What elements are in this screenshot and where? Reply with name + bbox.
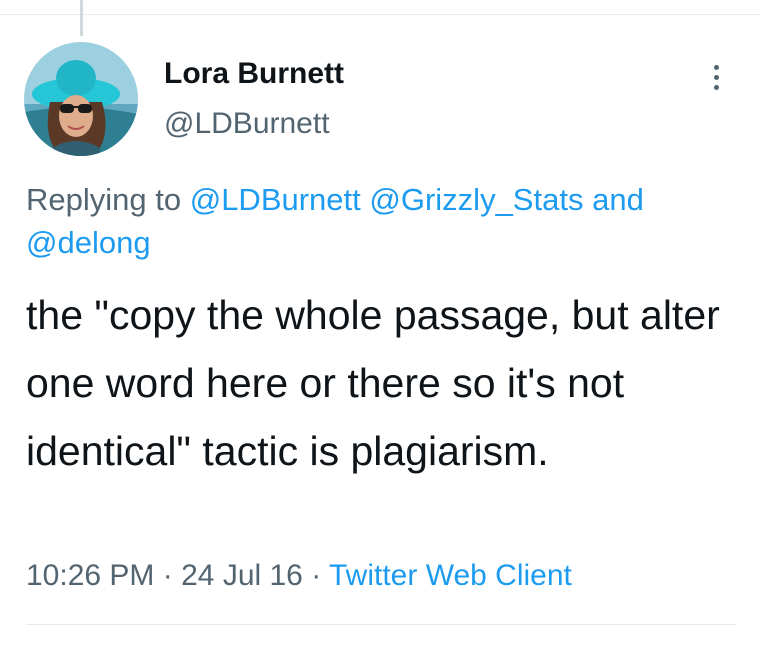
thread-connector-line [80, 0, 83, 36]
avatar-image [24, 42, 138, 156]
replying-to: Replying to @LDBurnett @Grizzly_Stats an… [26, 178, 746, 264]
meta-separator: · [162, 559, 173, 592]
avatar[interactable] [24, 42, 138, 156]
bottom-divider [26, 624, 736, 625]
more-dot [713, 74, 719, 80]
tweet-source[interactable]: Twitter Web Client [329, 559, 572, 592]
top-divider [0, 14, 760, 15]
meta-separator: · [311, 559, 322, 592]
mention-link[interactable]: @Grizzly_Stats [369, 182, 583, 217]
mention-conjunction[interactable]: and [592, 182, 644, 217]
author-handle[interactable]: @LDBurnett [164, 106, 330, 142]
tweet-meta: 10:26 PM · 24 Jul 16 · Twitter Web Clien… [26, 556, 572, 596]
replying-to-label: Replying to [26, 182, 182, 217]
mention-link[interactable]: @delong [26, 225, 151, 260]
more-vertical-icon[interactable] [702, 60, 730, 94]
mention-link[interactable]: @LDBurnett [190, 182, 361, 217]
tweet-date[interactable]: 24 Jul 16 [181, 559, 303, 592]
more-dot [713, 84, 719, 90]
author-display-name[interactable]: Lora Burnett [164, 56, 344, 92]
tweet-text: the "copy the whole passage, but alter o… [26, 292, 720, 474]
more-dot [713, 64, 719, 70]
tweet-time[interactable]: 10:26 PM [26, 559, 154, 592]
